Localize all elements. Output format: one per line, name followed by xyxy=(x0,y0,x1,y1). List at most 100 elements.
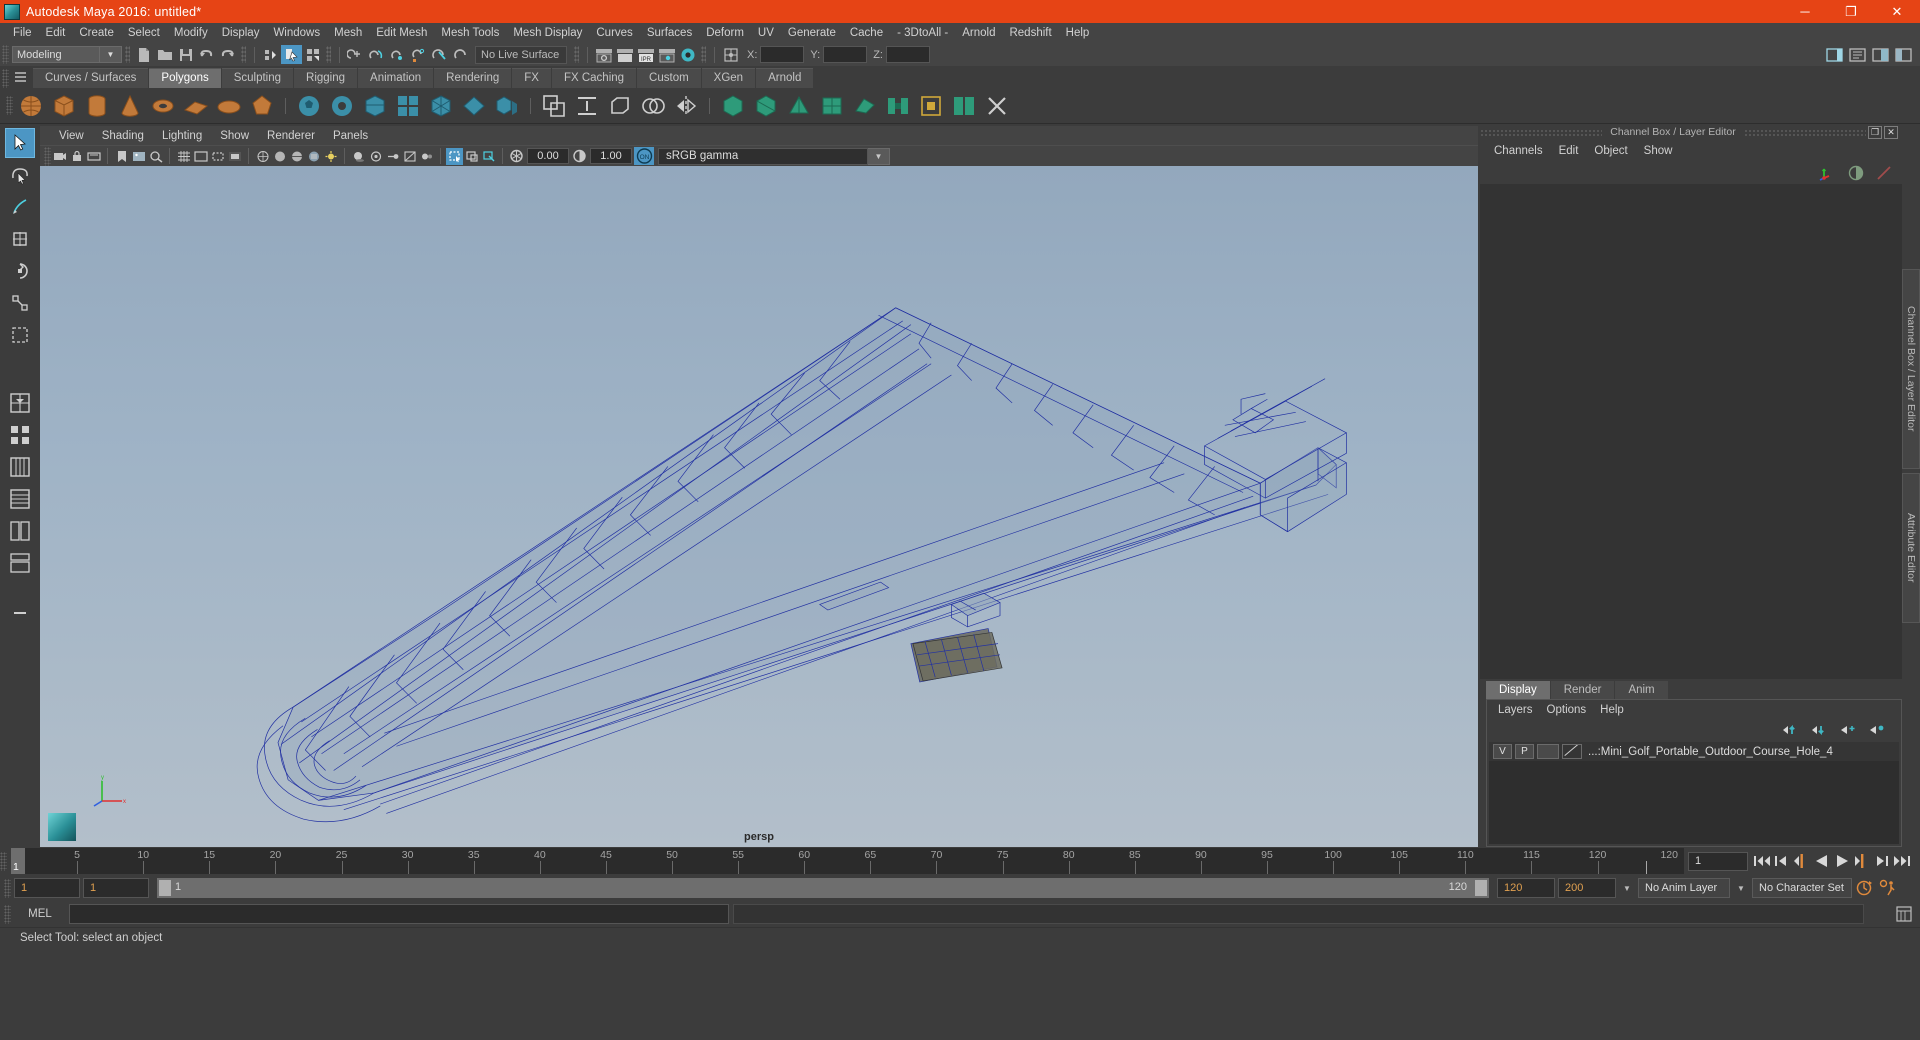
gamma-on-icon[interactable]: ON xyxy=(634,147,654,165)
poly-separate-icon[interactable] xyxy=(572,91,602,121)
time-slider[interactable]: 1 5 10 15 20 25 30 35 40 45 50 55 60 65 70 75 80 85 90 95 1… xyxy=(11,848,1624,874)
layer-name[interactable]: ...:Mini_Golf_Portable_Outdoor_Course_Ho… xyxy=(1588,746,1833,758)
shelf-tab-animation[interactable]: Animation xyxy=(358,68,434,88)
undock-icon[interactable]: ❐ xyxy=(1868,125,1882,139)
menu-item-mesh-display[interactable]: Mesh Display xyxy=(506,25,589,41)
mini-golf-course-wireframe-model[interactable] xyxy=(40,166,1478,847)
shelf-tab-fx-caching[interactable]: FX Caching xyxy=(551,68,637,88)
select-object-icon[interactable] xyxy=(281,45,302,64)
shelf-tab-curves-surfaces[interactable]: Curves / Surfaces xyxy=(33,68,149,88)
poly-pyramid-icon[interactable] xyxy=(459,91,489,121)
lasso-select-tool-icon[interactable] xyxy=(5,160,35,190)
scale-tool-icon[interactable] xyxy=(5,288,35,318)
four-pane-layout-icon[interactable] xyxy=(5,452,35,482)
attribute-editor-icon[interactable] xyxy=(1847,45,1868,64)
shaded-wireframe-icon[interactable] xyxy=(288,148,305,165)
snap-view-plane-icon[interactable] xyxy=(429,45,450,64)
move-layer-up-icon[interactable] xyxy=(1782,724,1798,736)
menu-item-cache[interactable]: Cache xyxy=(843,25,890,41)
poly-pipe-icon[interactable] xyxy=(327,91,357,121)
poly-gear-icon[interactable] xyxy=(393,91,423,121)
y-coordinate-field[interactable] xyxy=(823,46,868,63)
poly-crease-icon[interactable] xyxy=(949,91,979,121)
vertical-tab-attribute-editor[interactable]: Attribute Editor xyxy=(1902,473,1920,623)
panel-drag-dots[interactable] xyxy=(1743,128,1866,136)
film-gate-icon[interactable] xyxy=(192,148,209,165)
shelf-tab-rigging[interactable]: Rigging xyxy=(294,68,358,88)
close-button[interactable]: ✕ xyxy=(1874,0,1920,23)
screen-space-ao-icon[interactable] xyxy=(367,148,384,165)
menu-item-file[interactable]: File xyxy=(6,25,39,41)
select-component-icon[interactable] xyxy=(302,45,323,64)
image-plane-icon[interactable] xyxy=(130,148,147,165)
animation-preferences-icon[interactable] xyxy=(1878,878,1898,898)
wireframe-icon[interactable] xyxy=(254,148,271,165)
open-scene-icon[interactable] xyxy=(154,45,175,64)
toolbar-grip[interactable] xyxy=(2,45,9,64)
anim-layer-selector[interactable]: No Anim Layer xyxy=(1638,878,1730,898)
time-slider-grip[interactable] xyxy=(0,851,7,871)
layer-visibility-toggle[interactable]: V xyxy=(1493,744,1512,759)
channel-menu-edit[interactable]: Edit xyxy=(1551,143,1587,159)
menu-item-deform[interactable]: Deform xyxy=(699,25,751,41)
menu-set-selector[interactable]: Modeling xyxy=(12,46,100,63)
channel-menu-object[interactable]: Object xyxy=(1586,143,1635,159)
layer-tab-anim[interactable]: Anim xyxy=(1615,681,1668,699)
shelf-grip[interactable] xyxy=(2,69,9,88)
display-layer-row[interactable]: V P ...:Mini_Golf_Portable_Outdoor_Course_… xyxy=(1489,742,1899,761)
command-line-grip[interactable] xyxy=(4,904,11,924)
range-start-handle[interactable] xyxy=(159,880,171,896)
layer-menu-options[interactable]: Options xyxy=(1540,702,1594,718)
more-layouts-icon[interactable] xyxy=(5,598,35,628)
range-start-field[interactable]: 1 xyxy=(83,878,149,898)
poly-cube-icon[interactable] xyxy=(49,91,79,121)
snap-curve-icon[interactable] xyxy=(366,45,387,64)
lock-camera-icon[interactable] xyxy=(68,148,85,165)
menu-item-mesh-tools[interactable]: Mesh Tools xyxy=(434,25,506,41)
depth-of-field-icon[interactable] xyxy=(418,148,435,165)
menu-item-edit[interactable]: Edit xyxy=(39,25,73,41)
poly-soccer-icon[interactable] xyxy=(294,91,324,121)
xray-joints-icon[interactable] xyxy=(463,148,480,165)
minimize-button[interactable]: ─ xyxy=(1782,0,1828,23)
layer-tab-display[interactable]: Display xyxy=(1486,681,1550,699)
transform-channels-icon[interactable] xyxy=(1818,164,1838,182)
viewport-menu-shading[interactable]: Shading xyxy=(93,128,153,144)
bookmark-icon[interactable] xyxy=(113,148,130,165)
shelf-tab-xgen[interactable]: XGen xyxy=(701,68,756,88)
viewport-toolbar-grip[interactable] xyxy=(44,146,51,166)
layer-playback-toggle[interactable]: P xyxy=(1515,744,1534,759)
poly-extrude-icon[interactable] xyxy=(492,91,522,121)
channel-box-list[interactable] xyxy=(1480,184,1902,679)
layer-menu-layers[interactable]: Layers xyxy=(1491,702,1540,718)
viewport-menu-view[interactable]: View xyxy=(50,128,93,144)
poly-prism-icon[interactable] xyxy=(426,91,456,121)
viewport-menu-renderer[interactable]: Renderer xyxy=(258,128,324,144)
chevron-down-icon[interactable]: ▼ xyxy=(1733,878,1749,898)
textured-icon[interactable] xyxy=(305,148,322,165)
layer-menu-help[interactable]: Help xyxy=(1593,702,1631,718)
motion-blur-icon[interactable] xyxy=(384,148,401,165)
step-forward-keyframe-icon[interactable] xyxy=(1872,851,1892,871)
shelf-tab-fx[interactable]: FX xyxy=(512,68,551,88)
step-back-frame-icon[interactable] xyxy=(1792,851,1812,871)
exposure-icon[interactable] xyxy=(508,148,525,165)
select-tool-icon[interactable] xyxy=(5,128,35,158)
animation-start-field[interactable]: 1 xyxy=(14,878,80,898)
poly-append-icon[interactable] xyxy=(850,91,880,121)
range-end-handle[interactable] xyxy=(1475,880,1487,896)
undo-icon[interactable] xyxy=(196,45,217,64)
menu-item-redshift[interactable]: Redshift xyxy=(1002,25,1058,41)
menu-item-surfaces[interactable]: Surfaces xyxy=(640,25,699,41)
gamma-field[interactable]: 1.00 xyxy=(590,148,632,164)
menu-item-arnold[interactable]: Arnold xyxy=(955,25,1002,41)
sidebar-toggle-icon[interactable] xyxy=(1824,45,1845,64)
display-layer-list[interactable]: V P ...:Mini_Golf_Portable_Outdoor_Course_… xyxy=(1489,742,1899,844)
grid-toggle-icon[interactable] xyxy=(175,148,192,165)
go-to-end-icon[interactable] xyxy=(1892,851,1912,871)
character-set-selector[interactable]: No Character Set xyxy=(1752,878,1852,898)
poly-platonic-icon[interactable] xyxy=(247,91,277,121)
select-camera-icon[interactable] xyxy=(51,148,68,165)
render-frame-icon[interactable] xyxy=(614,45,635,64)
current-frame-field[interactable]: 1 xyxy=(1688,851,1748,871)
